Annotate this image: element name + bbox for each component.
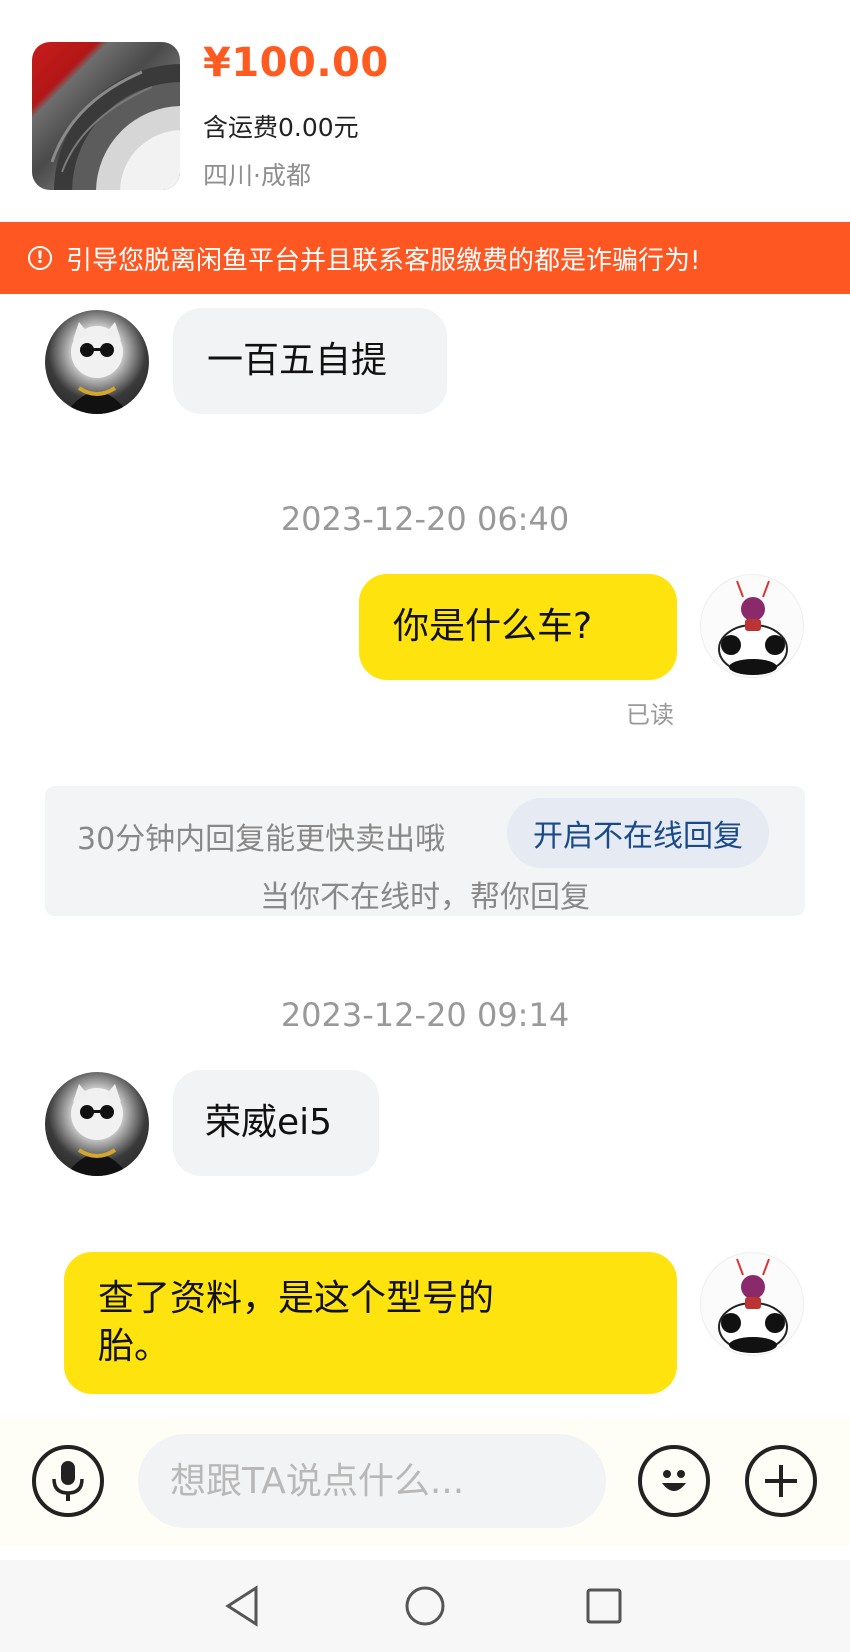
fraud-warning-banner: ! 引导您脱离闲鱼平台并且联系客服缴费的都是诈骗行为!	[0, 222, 850, 294]
message-bubble-incoming[interactable]: 一百五自提	[173, 308, 447, 414]
message-timestamp: 2023-12-20 09:14	[280, 996, 570, 1034]
home-circle-icon	[405, 1586, 445, 1626]
message-bubble-outgoing[interactable]: 你是什么车?	[359, 574, 677, 680]
plus-icon	[765, 1465, 797, 1497]
enable-offline-reply-button[interactable]: 开启不在线回复	[507, 798, 769, 868]
exclamation-circle-icon: !	[28, 246, 52, 270]
panda-avatar-image	[718, 1258, 788, 1353]
tire-image	[50, 64, 180, 190]
voice-button[interactable]	[32, 1445, 104, 1517]
back-button[interactable]	[218, 1582, 266, 1630]
seller-location: 四川·成都	[203, 161, 311, 190]
message-input[interactable]	[138, 1434, 606, 1528]
message-bubble-incoming[interactable]: 荣威ei5	[173, 1070, 379, 1176]
seller-avatar[interactable]	[45, 1072, 149, 1176]
shipping-fee: 含运费0.00元	[203, 113, 359, 142]
system-navigation-bar	[0, 1560, 850, 1652]
recents-button[interactable]	[580, 1582, 628, 1630]
emoji-icon	[662, 1470, 686, 1491]
tip-text: 30分钟内回复能更快卖出哦	[77, 822, 446, 857]
message-text-line: 胎。	[98, 1326, 171, 1367]
tip-subtext: 当你不在线时，帮你回复	[260, 880, 590, 915]
message-text: 你是什么车?	[393, 606, 593, 647]
read-status: 已读	[626, 701, 674, 729]
message-bubble-outgoing[interactable]: 查了资料，是这个型号的 胎。	[64, 1252, 677, 1394]
emoji-button[interactable]	[638, 1445, 710, 1517]
my-avatar[interactable]	[700, 1252, 804, 1356]
message-text: 荣威ei5	[205, 1102, 333, 1143]
cat-avatar-image	[65, 1084, 129, 1176]
home-button[interactable]	[401, 1582, 449, 1630]
panda-avatar-image	[718, 580, 788, 675]
message-timestamp: 2023-12-20 06:40	[280, 500, 570, 538]
auto-reply-tip: 30分钟内回复能更快卖出哦 开启不在线回复 当你不在线时，帮你回复	[45, 786, 805, 916]
message-input-bar	[0, 1418, 850, 1546]
back-triangle-icon	[225, 1585, 258, 1627]
product-price: ¥100.00	[203, 40, 389, 86]
seller-avatar[interactable]	[45, 310, 149, 414]
product-header[interactable]: ¥100.00 含运费0.00元 四川·成都	[0, 0, 850, 222]
product-thumbnail[interactable]	[32, 42, 180, 190]
my-avatar[interactable]	[700, 574, 804, 678]
cat-avatar-image	[65, 322, 129, 414]
more-options-button[interactable]	[745, 1445, 817, 1517]
recents-square-icon	[586, 1588, 622, 1624]
message-text-line: 查了资料，是这个型号的	[98, 1278, 495, 1319]
microphone-icon	[52, 1461, 84, 1501]
message-text: 一百五自提	[207, 340, 388, 381]
warning-text: 引导您脱离闲鱼平台并且联系客服缴费的都是诈骗行为!	[66, 245, 701, 276]
